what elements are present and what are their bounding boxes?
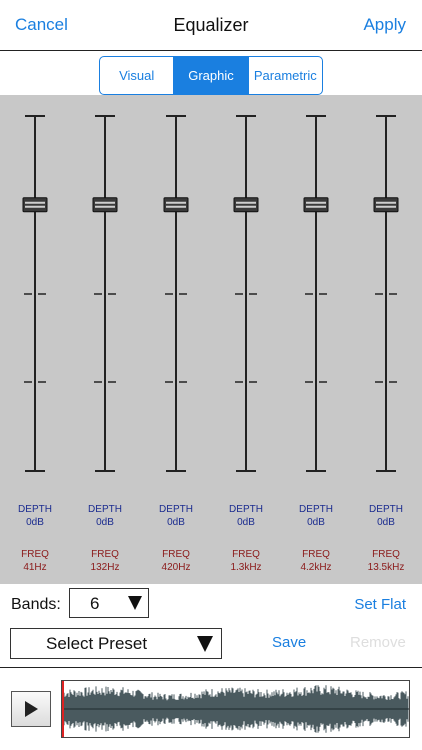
page-title: Equalizer [173,15,249,35]
controls-area: Bands: 6 Set Flat Select Preset Save Rem… [0,584,422,668]
freq-value: 420Hz [161,562,191,573]
depth-value: 0dB [307,517,325,528]
save-preset-button[interactable]: Save [272,634,306,651]
depth-label: DEPTH [159,504,193,515]
navigation-bar: Cancel Equalizer Apply [0,0,422,51]
depth-value: 0dB [237,517,255,528]
freq-value: 13.5kHz [367,562,405,573]
slider-knob[interactable] [233,197,259,213]
depth-label: DEPTH [229,504,263,515]
set-flat-button[interactable]: Set Flat [354,596,406,613]
chevron-down-icon [128,596,142,610]
playhead[interactable] [62,681,64,737]
freq-value: 1.3kHz [230,562,262,573]
bands-value: 6 [90,594,100,613]
freq-label: FREQ [21,549,49,560]
slider-knob[interactable] [22,197,48,213]
slider-knob[interactable] [92,197,118,213]
slider-knob[interactable] [373,197,399,213]
tab-graphic[interactable]: Graphic [173,57,248,94]
freq-value: 132Hz [90,562,120,573]
tab-visual[interactable]: Visual [100,57,173,94]
freq-label: FREQ [91,549,119,560]
depth-label: DEPTH [18,504,52,515]
waveform [62,685,409,733]
divider [0,667,422,668]
freq-label: FREQ [162,549,190,560]
depth-label: DEPTH [369,504,403,515]
waveform-scrubber[interactable] [61,680,410,738]
freq-label: FREQ [232,549,260,560]
slider-knob[interactable] [303,197,329,213]
mode-segmented-control: Visual Graphic Parametric [99,56,323,95]
bands-dropdown[interactable]: 6 [69,588,149,618]
apply-button[interactable]: Apply [363,15,406,35]
depth-value: 0dB [167,517,185,528]
play-icon [25,701,38,717]
depth-value: 0dB [96,517,114,528]
preset-dropdown[interactable]: Select Preset [10,628,222,659]
bands-label: Bands: [11,596,61,613]
freq-label: FREQ [302,549,330,560]
depth-label: DEPTH [88,504,122,515]
preset-placeholder: Select Preset [46,634,148,653]
play-button[interactable] [11,691,51,727]
freq-value: 41Hz [23,562,47,573]
equalizer-panel: DEPTH 0dB FREQ 41Hz DEPTH 0dB FREQ 132Hz DEPTH 0d… [0,95,422,584]
freq-value: 4.2kHz [300,562,332,573]
band-sliders [22,115,399,472]
remove-preset-button: Remove [350,634,406,651]
tab-parametric[interactable]: Parametric [247,57,322,94]
slider-knob[interactable] [163,197,189,213]
depth-value: 0dB [26,517,44,528]
freq-label: FREQ [372,549,400,560]
chevron-down-icon [197,636,213,652]
depth-value: 0dB [377,517,395,528]
depth-label: DEPTH [299,504,333,515]
